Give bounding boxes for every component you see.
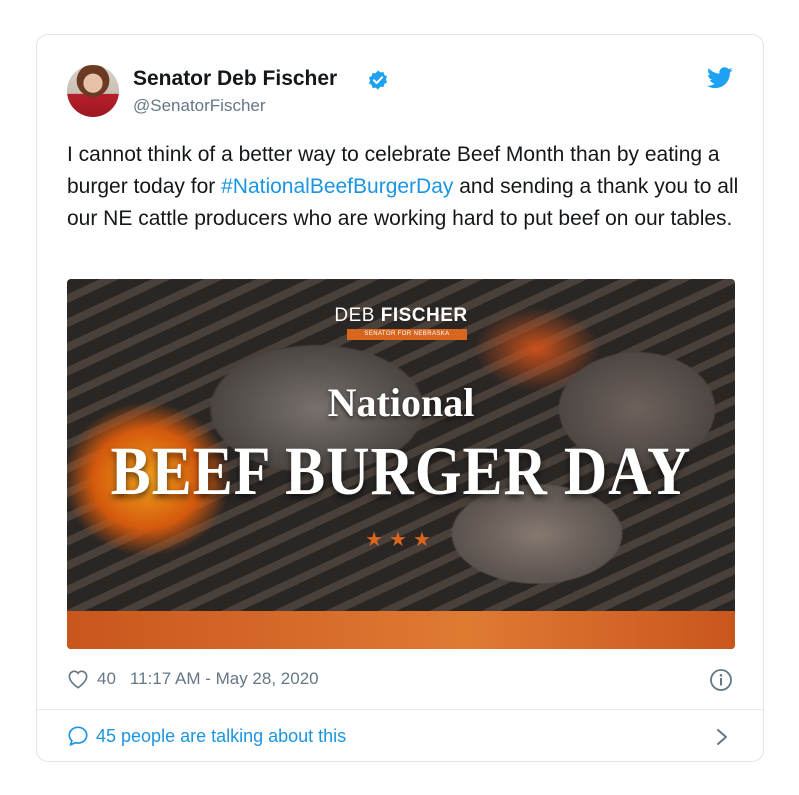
avatar[interactable]	[67, 65, 119, 117]
brand-first: DEB	[334, 305, 381, 326]
hashtag-link[interactable]: #NationalBeefBurgerDay	[221, 175, 453, 198]
orange-bar	[67, 611, 735, 649]
like-count[interactable]: 40	[97, 669, 116, 689]
brand-last: FISCHER	[380, 305, 468, 326]
author-name[interactable]: Senator Deb Fischer	[133, 67, 337, 91]
verified-badge-icon	[368, 70, 388, 90]
tweet-meta: 40 11:17 AM - May 28, 2020	[67, 667, 319, 691]
tweet-card[interactable]: Senator Deb Fischer @SenatorFischer I ca…	[36, 34, 764, 762]
brand-name: DEB FISCHER	[67, 305, 735, 327]
talking-link[interactable]: 45 people are talking about this	[67, 725, 346, 747]
divider	[37, 709, 763, 710]
speech-bubble-icon	[68, 726, 88, 747]
headline-national: National	[327, 380, 475, 425]
tweet-text: I cannot think of a better way to celebr…	[67, 139, 747, 235]
info-icon[interactable]	[709, 668, 733, 692]
author-handle[interactable]: @SenatorFischer	[133, 96, 266, 116]
tweet-media-image[interactable]: DEB FISCHER SENATOR FOR NEBRASKA Nationa…	[67, 279, 735, 649]
heart-icon[interactable]	[67, 669, 89, 689]
stars-decoration: ★★★	[365, 529, 437, 551]
twitter-bird-icon[interactable]	[707, 67, 733, 89]
chevron-right-icon[interactable]	[713, 727, 731, 747]
brand-subtitle: SENATOR FOR NEBRASKA	[347, 329, 467, 340]
headline-beef-burger-day: BEEF BURGER DAY	[110, 432, 692, 509]
timestamp[interactable]: 11:17 AM - May 28, 2020	[130, 669, 319, 689]
talking-text[interactable]: 45 people are talking about this	[96, 726, 346, 747]
